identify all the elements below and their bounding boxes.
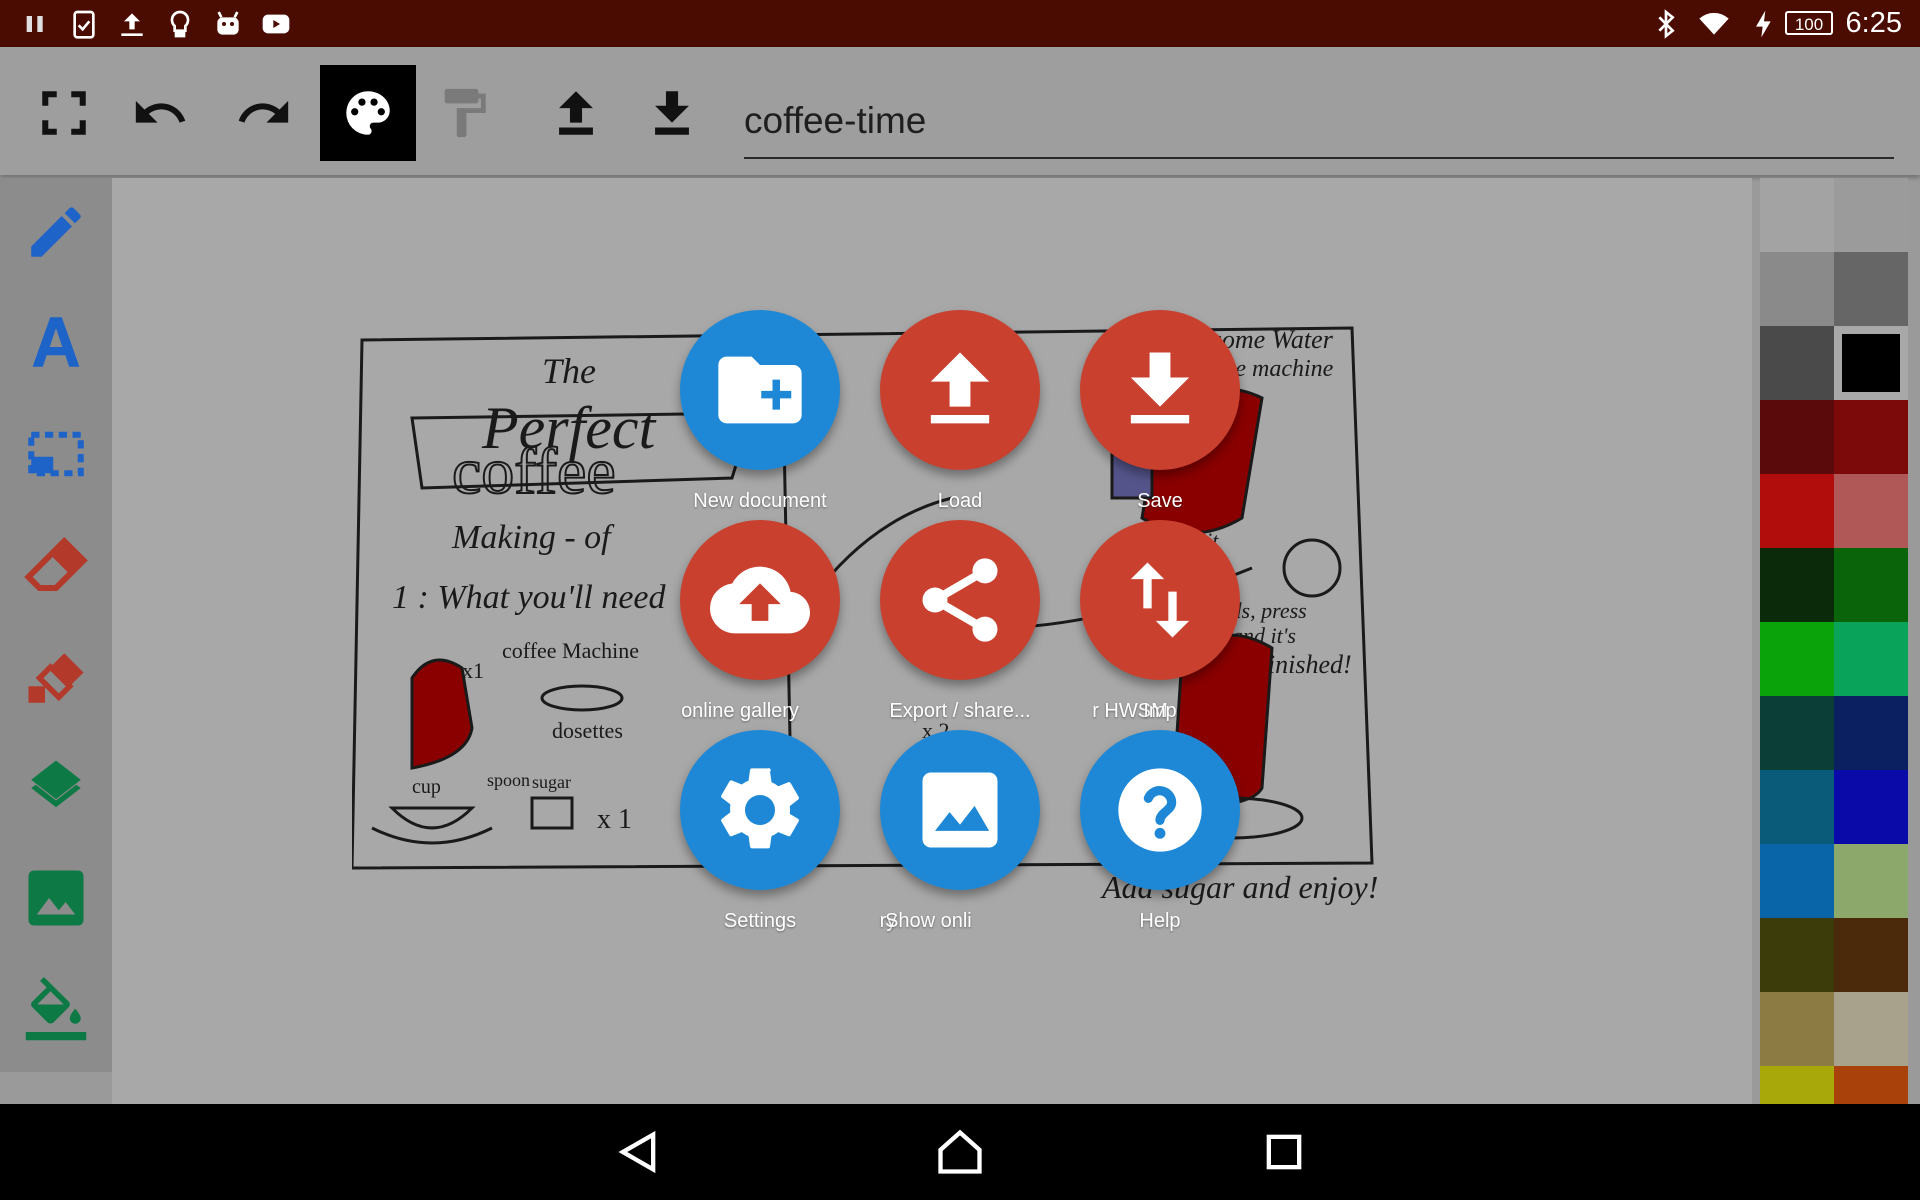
back-icon[interactable]: [612, 1126, 664, 1178]
svg-text:The: The: [542, 351, 596, 391]
transfer-icon: [1130, 562, 1190, 638]
color-swatch[interactable]: [1834, 400, 1908, 474]
palette-icon[interactable]: [320, 65, 416, 161]
color-swatch[interactable]: [1760, 326, 1834, 400]
charging-icon: [1748, 8, 1780, 40]
color-swatch[interactable]: [1834, 474, 1908, 548]
cloud-upload-icon: [710, 566, 810, 634]
svg-text:1 : What you'll need: 1 : What you'll need: [392, 579, 667, 616]
document-name-input[interactable]: [744, 85, 1894, 159]
svg-text:coffee: coffee: [452, 435, 616, 508]
color-swatch[interactable]: [1834, 178, 1908, 252]
coffee-sketch: The Perfect coffee Making - of 1 : What …: [350, 318, 1732, 1018]
help-label: Help: [1139, 910, 1181, 932]
bluetooth-icon: [1650, 8, 1682, 40]
android-icon[interactable]: [212, 8, 244, 40]
layers-icon[interactable]: [12, 744, 100, 832]
color-swatch[interactable]: [1760, 548, 1834, 622]
svg-text:spoon: spoon: [487, 770, 530, 790]
color-swatch[interactable]: [1760, 918, 1834, 992]
color-swatch[interactable]: [1834, 1066, 1908, 1104]
home-icon[interactable]: [934, 1126, 986, 1178]
color-swatch[interactable]: [1834, 252, 1908, 326]
color-swatch[interactable]: [1834, 918, 1908, 992]
toolbar: [0, 47, 1920, 175]
text-icon[interactable]: [12, 298, 100, 386]
color-swatch[interactable]: [1760, 992, 1834, 1066]
eraser-icon[interactable]: [12, 522, 100, 610]
upload-icon: [930, 352, 990, 424]
save-label: Save: [1137, 490, 1183, 512]
svg-text:sugar: sugar: [532, 772, 571, 792]
tool-sidebar: [0, 178, 112, 1072]
svg-text:x 1: x 1: [597, 804, 632, 835]
color-swatch[interactable]: [1760, 474, 1834, 548]
pencil-icon[interactable]: [12, 188, 100, 276]
svg-text:coffee Machine: coffee Machine: [502, 638, 639, 663]
new-document-button[interactable]: [680, 310, 840, 470]
svg-text:dosettes: dosettes: [552, 718, 623, 743]
undo-icon[interactable]: [112, 65, 208, 161]
settings-label: Settings: [723, 910, 797, 932]
new-folder-icon: [718, 356, 802, 424]
color-swatch[interactable]: [1760, 770, 1834, 844]
online-gallery-label: online gallery: [681, 700, 799, 722]
lightbulb-icon[interactable]: [164, 8, 196, 40]
color-swatch[interactable]: [1760, 696, 1834, 770]
paint-roller-icon[interactable]: [416, 65, 512, 161]
online-gallery-button[interactable]: [680, 520, 840, 680]
import-partial-label: Imp: [1143, 700, 1177, 722]
select-icon[interactable]: [12, 410, 100, 498]
battery-icon: 100: [1785, 11, 1833, 35]
color-swatch[interactable]: [1834, 844, 1908, 918]
gallery-image-icon: [922, 772, 998, 848]
load-button[interactable]: [880, 310, 1040, 470]
color-swatch[interactable]: [1760, 178, 1834, 252]
svg-text:Making - of: Making - of: [451, 519, 615, 556]
import-icon[interactable]: [624, 65, 720, 161]
fullscreen-icon[interactable]: [16, 65, 112, 161]
color-swatch[interactable]: [1834, 548, 1908, 622]
hwsm-transfer-button[interactable]: [1080, 520, 1240, 680]
color-swatch[interactable]: [1834, 992, 1908, 1066]
help-button[interactable]: [1080, 730, 1240, 890]
bucket-fill-icon[interactable]: [12, 966, 100, 1054]
gear-icon: [721, 768, 799, 849]
fill-eraser-icon[interactable]: [12, 634, 100, 722]
clipboard-check-icon[interactable]: [68, 8, 100, 40]
status-bar: 100 6:25: [0, 0, 1920, 47]
redo-icon[interactable]: [216, 65, 312, 161]
export-icon[interactable]: [528, 65, 624, 161]
show-online-label: Show onli: [885, 910, 972, 932]
color-swatch[interactable]: [1760, 844, 1834, 918]
pause-icon[interactable]: [20, 8, 52, 40]
upload-icon[interactable]: [116, 8, 148, 40]
show-online-gallery-button[interactable]: [880, 730, 1040, 890]
svg-text:cup: cup: [412, 776, 441, 798]
help-icon: [1118, 768, 1202, 852]
wifi-icon: [1694, 8, 1734, 40]
share-icon: [922, 558, 998, 642]
color-swatch[interactable]: [1760, 400, 1834, 474]
settings-button[interactable]: [680, 730, 840, 890]
image-icon[interactable]: [12, 854, 100, 942]
youtube-icon[interactable]: [260, 8, 292, 40]
download-icon: [1130, 352, 1190, 424]
navigation-bar: [0, 1104, 1920, 1200]
color-swatch[interactable]: [1760, 252, 1834, 326]
color-swatch-selected[interactable]: [1834, 326, 1908, 400]
color-swatch[interactable]: [1760, 1066, 1834, 1104]
color-swatch[interactable]: [1834, 770, 1908, 844]
color-palette: [1760, 178, 1910, 1104]
clock: 6:25: [1845, 7, 1902, 39]
color-swatch[interactable]: [1834, 622, 1908, 696]
recents-icon[interactable]: [1258, 1126, 1310, 1178]
color-swatch[interactable]: [1834, 696, 1908, 770]
color-swatch[interactable]: [1760, 622, 1834, 696]
save-button[interactable]: [1080, 310, 1240, 470]
load-label: Load: [937, 490, 983, 512]
export-share-button[interactable]: [880, 520, 1040, 680]
new-document-label: New document: [693, 490, 827, 512]
